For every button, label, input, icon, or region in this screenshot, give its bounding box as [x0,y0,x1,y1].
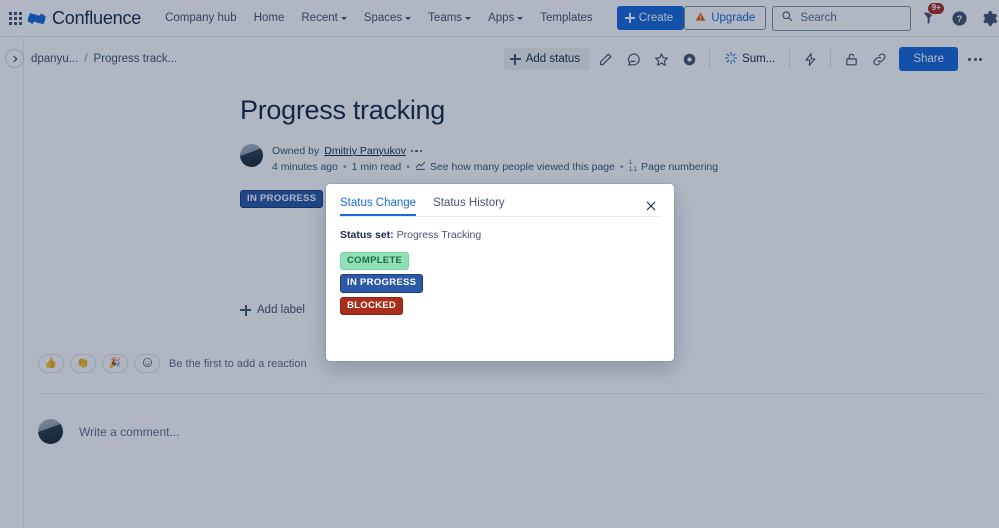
close-icon[interactable] [642,197,660,215]
status-option-in-progress[interactable]: IN PROGRESS [340,274,424,293]
tab-status-change[interactable]: Status Change [340,197,416,216]
status-option-blocked[interactable]: BLOCKED [340,296,404,316]
tab-status-history[interactable]: Status History [433,197,505,216]
status-set-label: Status set: [340,229,394,241]
status-options-list: COMPLETE IN PROGRESS BLOCKED [340,252,660,316]
dialog-body: Status set: Progress Tracking COMPLETE I… [340,217,660,316]
status-option-complete[interactable]: COMPLETE [340,252,410,271]
tab-label: Status Change [340,197,417,209]
confluence-page: Confluence Company hub Home Recent Space… [0,0,999,528]
status-dialog: Status Change Status History Status set:… [326,184,674,361]
status-set-value: Progress Tracking [396,229,482,241]
tab-label: Status History [433,197,505,209]
dialog-header: Status Change Status History [340,197,660,216]
status-set-row: Status set: Progress Tracking [340,229,660,241]
dialog-tabs: Status Change Status History [340,197,505,216]
